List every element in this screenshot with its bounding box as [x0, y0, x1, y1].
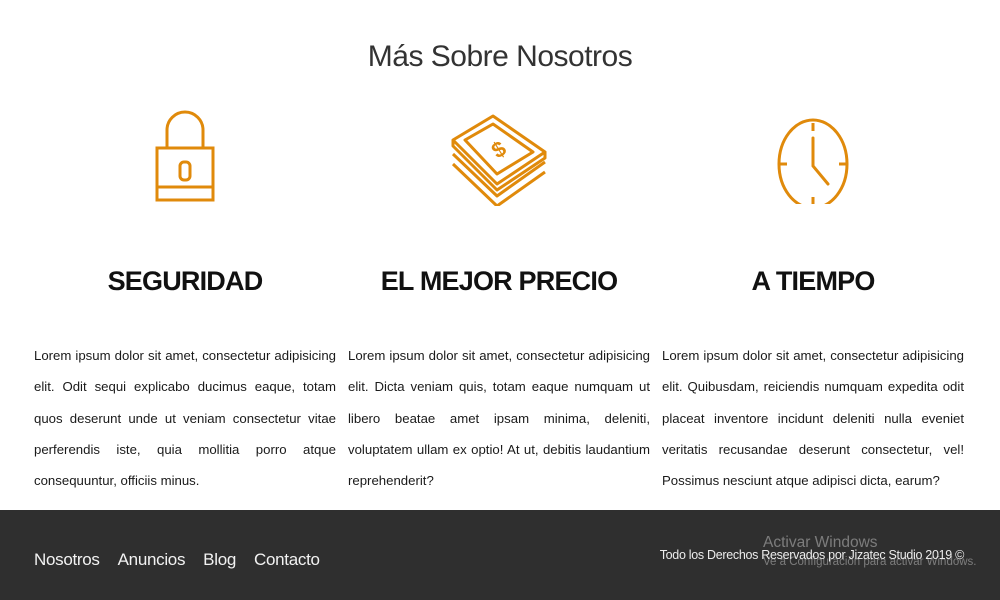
padlock-icon	[34, 110, 336, 215]
section-title: Más Sobre Nosotros	[367, 40, 633, 73]
copyright-text: Todo los Derechos Reservados por Jizatec…	[659, 548, 965, 562]
footer-link-anuncios[interactable]: Anuncios	[118, 550, 186, 570]
footer-link-blog[interactable]: Blog	[203, 550, 236, 570]
feature-title: SEGURIDAD	[107, 266, 264, 296]
feature-text: Lorem ipsum dolor sit amet, consectetur …	[348, 348, 650, 489]
footer-link-contacto[interactable]: Contacto	[254, 550, 320, 570]
money-stack-icon: $	[348, 110, 650, 215]
footer-link-nosotros[interactable]: Nosotros	[34, 550, 100, 570]
svg-text:$: $	[487, 136, 511, 164]
feature-title: A TIEMPO	[751, 266, 875, 296]
feature-mejor-precio: $ EL MEJOR PRECIO Lorem ipsum dolor sit …	[348, 110, 650, 488]
footer-nav: Nosotros Anuncios Blog Contacto	[34, 550, 320, 570]
feature-text: Lorem ipsum dolor sit amet, consectetur …	[34, 348, 336, 489]
footer: Nosotros Anuncios Blog Contacto Todo los…	[0, 510, 1000, 600]
clock-icon	[662, 110, 964, 215]
feature-seguridad: SEGURIDAD Lorem ipsum dolor sit amet, co…	[34, 110, 336, 488]
feature-a-tiempo: A TIEMPO Lorem ipsum dolor sit amet, con…	[662, 110, 964, 488]
feature-title: EL MEJOR PRECIO	[380, 266, 618, 296]
feature-text: Lorem ipsum dolor sit amet, consectetur …	[662, 348, 964, 489]
